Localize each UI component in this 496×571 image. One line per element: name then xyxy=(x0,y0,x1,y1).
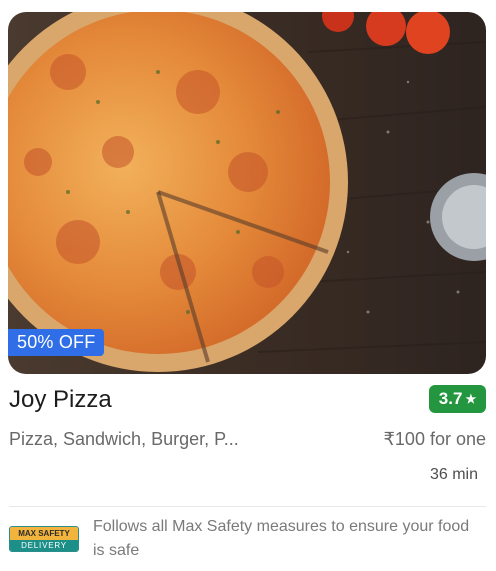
price-for-one: ₹100 for one xyxy=(383,429,486,449)
offer-badge: 50% OFF xyxy=(8,329,105,356)
restaurant-photo[interactable] xyxy=(8,12,486,374)
cuisine-list: Pizza, Sandwich, Burger, P... xyxy=(9,429,239,449)
safety-message: Follows all Max Safety measures to ensur… xyxy=(93,518,470,559)
max-safety-badge: MAX SAFETY DELIVERY xyxy=(9,526,79,552)
badge-bottom-label: DELIVERY xyxy=(10,540,78,551)
restaurant-name[interactable]: Joy Pizza xyxy=(9,386,112,414)
pizza-image xyxy=(8,12,486,374)
star-icon: ★ xyxy=(465,392,477,406)
restaurant-card[interactable]: 50% OFF Joy Pizza 3.7 ★ Pizza, Sandwich,… xyxy=(0,0,496,571)
divider xyxy=(9,506,486,507)
rating-value: 3.7 xyxy=(438,389,463,408)
badge-top-label: MAX SAFETY xyxy=(10,527,78,540)
delivery-time: 36 min xyxy=(429,466,478,483)
rating-badge: 3.7 ★ xyxy=(429,385,486,413)
